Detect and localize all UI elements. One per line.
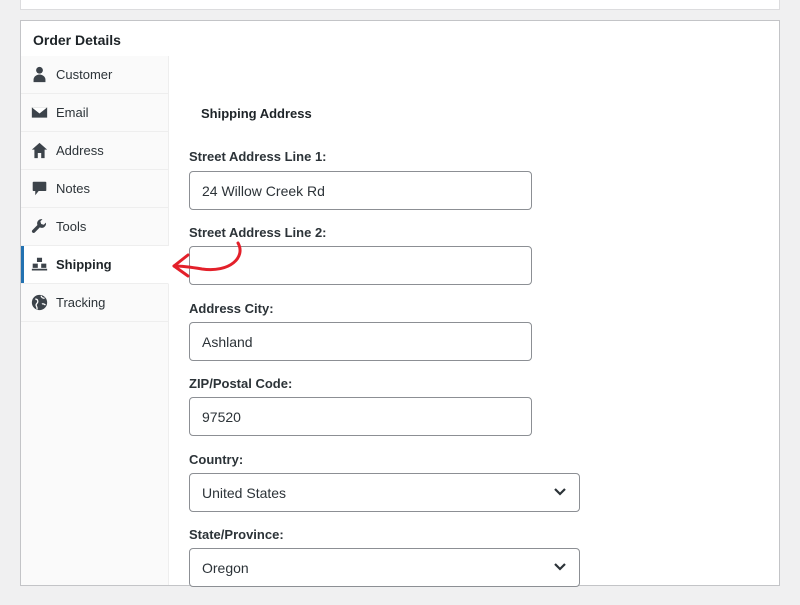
tab-label: Address bbox=[56, 143, 104, 158]
user-icon bbox=[31, 66, 48, 83]
tab-list: Customer Email Address Notes Tools Shipp… bbox=[21, 56, 169, 585]
annotation-arrow-icon bbox=[172, 241, 242, 278]
tab-label: Notes bbox=[56, 181, 90, 196]
wrench-icon bbox=[31, 218, 48, 235]
chevron-down-icon bbox=[553, 484, 567, 501]
shipping-boxes-icon bbox=[31, 256, 48, 273]
tab-notes[interactable]: Notes bbox=[21, 170, 168, 208]
tab-label: Shipping bbox=[56, 257, 112, 272]
chevron-down-icon bbox=[553, 559, 567, 576]
zip-input[interactable] bbox=[189, 397, 532, 436]
home-icon bbox=[31, 142, 48, 159]
city-input[interactable] bbox=[189, 322, 532, 361]
tab-tracking[interactable]: Tracking bbox=[21, 284, 168, 322]
city-label: Address City: bbox=[189, 301, 274, 316]
envelope-icon bbox=[31, 104, 48, 121]
tab-tools[interactable]: Tools bbox=[21, 208, 168, 246]
street1-input[interactable] bbox=[189, 171, 532, 210]
tab-address[interactable]: Address bbox=[21, 132, 168, 170]
tab-label: Tools bbox=[56, 219, 87, 234]
shipping-content: Shipping Address Street Address Line 1: … bbox=[189, 56, 779, 587]
country-label: Country: bbox=[189, 452, 244, 467]
section-heading: Shipping Address bbox=[201, 106, 312, 121]
state-selected-value: Oregon bbox=[202, 559, 249, 576]
speech-bubble-icon bbox=[31, 180, 48, 197]
tab-email[interactable]: Email bbox=[21, 94, 168, 132]
country-selected-value: United States bbox=[202, 484, 287, 501]
country-select[interactable]: United States bbox=[189, 473, 580, 512]
state-select[interactable]: Oregon bbox=[189, 548, 580, 587]
zip-label: ZIP/Postal Code: bbox=[189, 376, 293, 391]
street1-label: Street Address Line 1: bbox=[189, 149, 327, 164]
top-panel-edge bbox=[20, 0, 780, 10]
state-label: State/Province: bbox=[189, 527, 284, 542]
panel-title: Order Details bbox=[33, 32, 121, 48]
tab-label: Tracking bbox=[56, 295, 106, 310]
tab-label: Customer bbox=[56, 67, 113, 82]
globe-icon bbox=[31, 294, 48, 311]
tab-customer[interactable]: Customer bbox=[21, 56, 168, 94]
tab-label: Email bbox=[56, 105, 89, 120]
panel-body: Customer Email Address Notes Tools Shipp… bbox=[21, 56, 779, 587]
order-details-panel: Order Details Customer Email Address Not… bbox=[20, 20, 780, 587]
tab-shipping[interactable]: Shipping bbox=[21, 246, 169, 284]
